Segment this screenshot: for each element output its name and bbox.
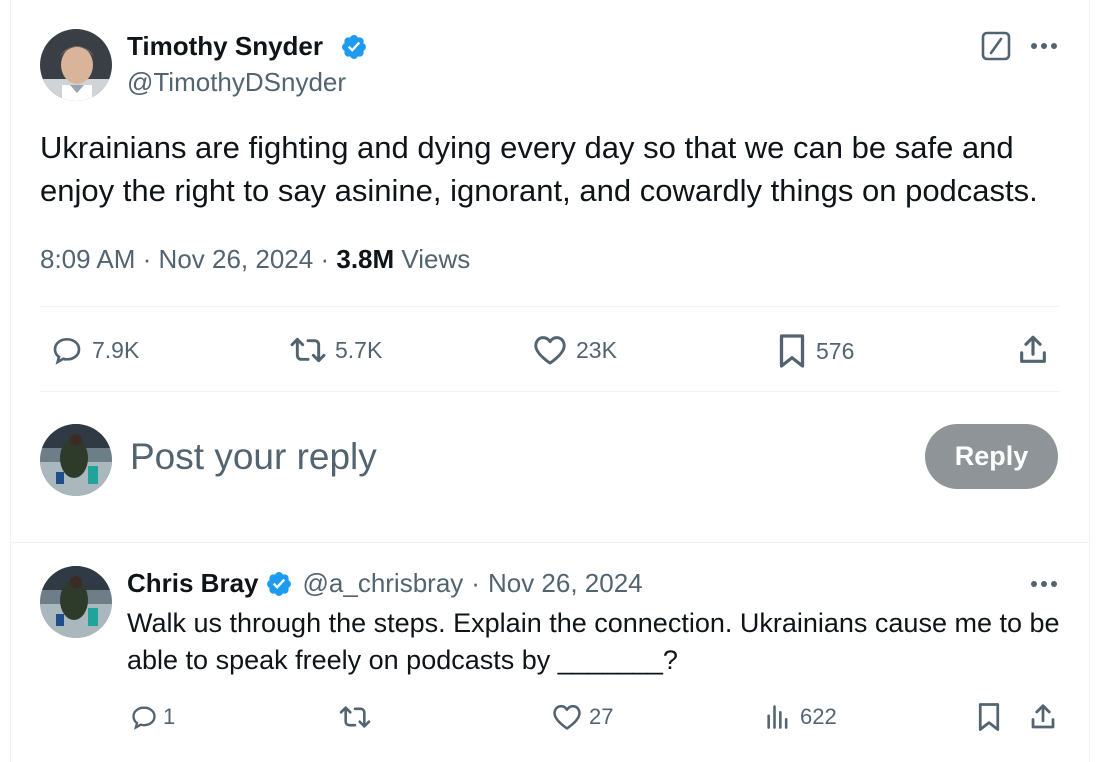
bookmark-action[interactable]: 576 — [776, 333, 854, 369]
like-count: 27 — [589, 704, 614, 729]
more-options-icon[interactable] — [1030, 580, 1058, 588]
retweet-icon — [339, 706, 371, 728]
heart-icon — [553, 704, 581, 730]
like-count: 23K — [576, 336, 617, 363]
reply-action[interactable]: 1 — [129, 703, 175, 731]
reply-author-avatar[interactable] — [40, 566, 112, 638]
bookmark-icon[interactable] — [976, 702, 1002, 732]
reply-count: 1 — [163, 704, 176, 729]
views-label: Views — [401, 244, 471, 274]
reply-action[interactable]: 7.9K — [50, 334, 139, 366]
meta-separator: · — [320, 244, 330, 274]
divider — [40, 306, 1060, 307]
bookmark-icon — [779, 334, 805, 368]
share-icon — [1020, 335, 1046, 363]
reply-date[interactable]: Nov 26, 2024 — [488, 568, 643, 599]
reply-author-name[interactable]: Chris Bray — [127, 568, 259, 599]
verified-badge-icon — [266, 571, 291, 596]
author-avatar[interactable] — [40, 29, 112, 101]
tweet-meta: 8:09 AM · Nov 26, 2024 · 3.8M Views — [40, 244, 470, 275]
reply-input[interactable]: Post your reply — [130, 436, 377, 478]
reply-author-row: Chris Bray @a_chrisbray · Nov 26, 2024 — [127, 568, 643, 599]
views-count: 622 — [800, 704, 837, 729]
share-icon[interactable] — [1028, 702, 1058, 732]
analytics-icon — [767, 705, 788, 729]
share-action[interactable] — [1016, 332, 1050, 368]
retweet-action[interactable]: 5.7K — [289, 334, 382, 366]
retweet-icon — [290, 337, 326, 363]
tweet-text: Ukrainians are fighting and dying every … — [40, 130, 1038, 208]
divider — [40, 391, 1060, 392]
heart-icon — [534, 336, 566, 365]
views-action[interactable]: 622 — [764, 703, 837, 731]
reply-author-handle[interactable]: @a_chrisbray — [303, 568, 464, 599]
bookmark-count: 576 — [816, 337, 855, 364]
divider — [11, 542, 1089, 543]
reply-button[interactable]: Reply — [925, 424, 1058, 489]
reply-count: 7.9K — [92, 336, 140, 363]
meta-separator: · — [142, 244, 152, 274]
author-name[interactable]: Timothy Snyder — [127, 31, 323, 62]
more-options-icon[interactable] — [1030, 42, 1058, 50]
retweet-count: 5.7K — [335, 336, 383, 363]
retweet-action[interactable] — [338, 703, 372, 731]
verified-badge-icon — [342, 35, 366, 59]
reply-icon — [53, 337, 81, 365]
tweet-date[interactable]: Nov 26, 2024 — [159, 244, 314, 274]
like-action[interactable]: 27 — [551, 703, 613, 731]
like-action[interactable]: 23K — [532, 334, 617, 366]
grok-icon[interactable] — [981, 31, 1011, 61]
reply-tweet-text: Walk us through the steps. Explain the c… — [127, 608, 1060, 675]
author-handle[interactable]: @TimothyDSnyder — [127, 67, 346, 98]
user-avatar[interactable] — [40, 424, 112, 496]
tweet-time[interactable]: 8:09 AM — [40, 244, 135, 274]
reply-icon — [132, 706, 156, 730]
meta-separator: · — [471, 568, 480, 598]
views-count: 3.8M — [336, 244, 395, 274]
